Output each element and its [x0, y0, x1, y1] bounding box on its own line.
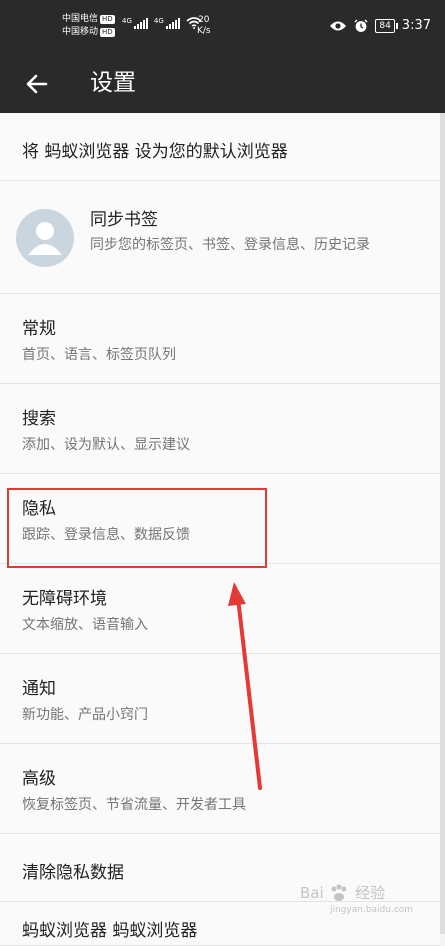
- watermark-brand-2: 经验: [355, 884, 386, 902]
- settings-list: 将 蚂蚁浏览器 设为您的默认浏览器 同步书签 同步您的标签页、书签、登录信息、历…: [0, 113, 440, 946]
- carrier-1: 中国电信: [62, 14, 99, 24]
- scrollbar[interactable]: [440, 113, 445, 934]
- signal-bars-icon: [165, 18, 180, 29]
- search-item[interactable]: 搜索 添加、设为默认、显示建议: [0, 384, 440, 474]
- item-title: 隐私: [22, 499, 56, 519]
- item-title: 清除隐私数据: [22, 863, 124, 883]
- item-subtitle: 文本缩放、语音输入: [22, 617, 148, 633]
- status-bar: 中国电信 HD 中国移动 HD 4G 4G 20 K/s 84 3:37: [0, 0, 445, 55]
- carrier-2: 中国移动: [62, 27, 99, 37]
- clock: 3:37: [401, 18, 431, 33]
- item-title: 同步书签: [90, 210, 158, 230]
- item-title: 搜索: [22, 409, 56, 429]
- notifications-item[interactable]: 通知 新功能、产品小窍门: [0, 654, 440, 744]
- avatar-icon: [16, 209, 74, 267]
- network-type: 4G: [153, 17, 164, 25]
- item-subtitle: 添加、设为默认、显示建议: [22, 437, 190, 453]
- advanced-item[interactable]: 高级 恢复标签页、节省流量、开发者工具: [0, 744, 440, 834]
- status-right: 84 3:37: [329, 18, 431, 33]
- network-type: 4G: [122, 17, 132, 25]
- carrier-info: 中国电信 HD 中国移动 HD: [62, 13, 115, 39]
- signal-indicators: 4G 4G: [122, 17, 202, 29]
- general-item[interactable]: 常规 首页、语言、标签页队列: [0, 294, 440, 384]
- watermark-brand: Bai: [300, 884, 324, 902]
- item-subtitle: 同步您的标签页、书签、登录信息、历史记录: [90, 237, 370, 253]
- privacy-item[interactable]: 隐私 跟踪、登录信息、数据反馈: [0, 474, 440, 564]
- watermark: Bai 经验 jingyan.baidu.com: [300, 882, 413, 915]
- item-title: 通知: [22, 679, 56, 699]
- hd-badge: HD: [100, 28, 115, 37]
- back-button[interactable]: [22, 69, 52, 99]
- item-title: 无障碍环境: [22, 589, 107, 609]
- alarm-icon: [354, 18, 368, 32]
- accessibility-item[interactable]: 无障碍环境 文本缩放、语音输入: [0, 564, 440, 654]
- hd-badge: HD: [100, 15, 115, 24]
- paw-icon: [331, 884, 347, 901]
- item-subtitle: 新功能、产品小窍门: [22, 707, 148, 723]
- item-title: 常规: [22, 319, 56, 339]
- item-title: 蚂蚁浏览器 蚂蚁浏览器: [22, 921, 198, 941]
- item-subtitle: 首页、语言、标签页队列: [22, 347, 176, 363]
- eye-icon: [330, 21, 347, 30]
- signal-bars-icon: [133, 18, 148, 29]
- set-default-browser-item[interactable]: 将 蚂蚁浏览器 设为您的默认浏览器: [0, 113, 440, 181]
- arrow-left-icon: [26, 74, 48, 94]
- page-title: 设置: [90, 70, 136, 96]
- item-subtitle: 恢复标签页、节省流量、开发者工具: [22, 797, 246, 813]
- net-speed: 20 K/s: [197, 15, 211, 36]
- item-title: 高级: [22, 769, 56, 789]
- item-title: 将 蚂蚁浏览器 设为您的默认浏览器: [22, 142, 288, 162]
- battery-icon: 84: [375, 18, 399, 33]
- sync-bookmarks-item[interactable]: 同步书签 同步您的标签页、书签、登录信息、历史记录: [0, 181, 440, 294]
- app-bar: 设置: [0, 55, 445, 113]
- item-subtitle: 跟踪、登录信息、数据反馈: [22, 527, 190, 543]
- watermark-url: jingyan.baidu.com: [330, 904, 414, 915]
